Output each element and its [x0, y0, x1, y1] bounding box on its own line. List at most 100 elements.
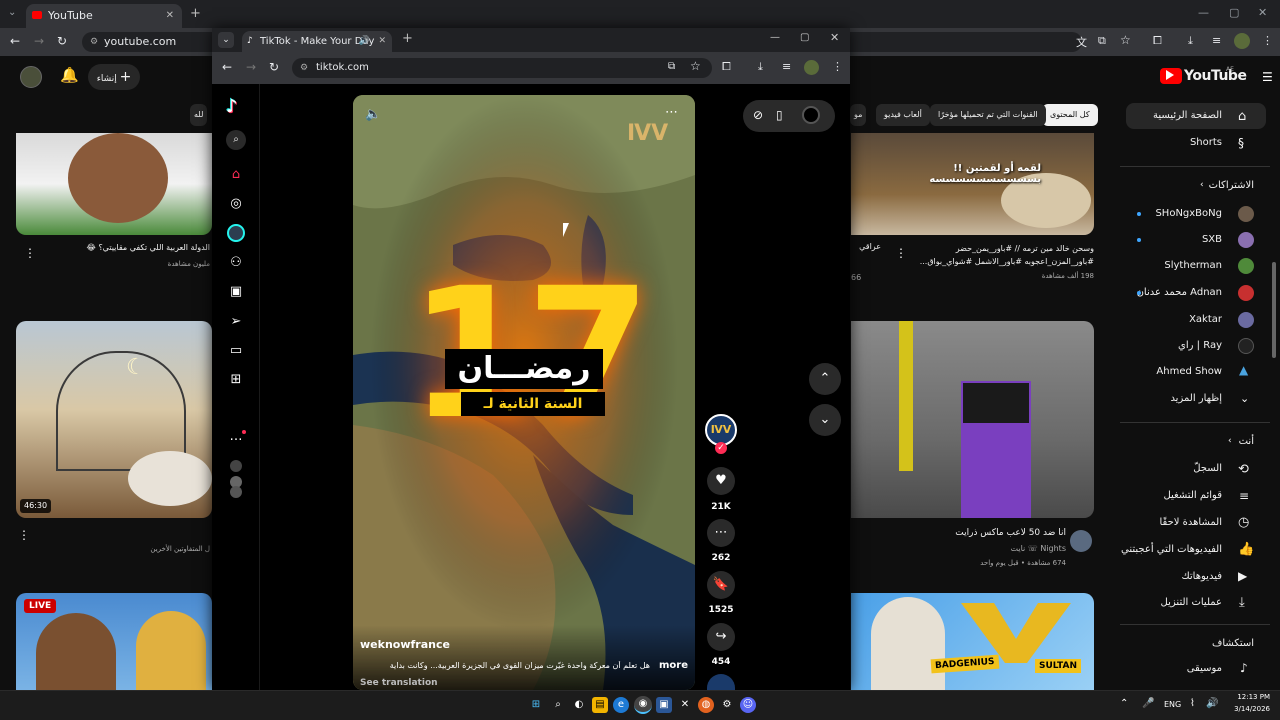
app-icon[interactable]: ▣	[656, 697, 672, 713]
video-title[interactable]: وسحن خالد مين ترمه // #باور_يمن_حضر #باو…	[910, 242, 1094, 268]
upload-icon[interactable]: ⊞	[228, 372, 244, 388]
reading-list-icon[interactable]: ≡	[1212, 34, 1221, 47]
forward-icon[interactable]: →	[246, 60, 256, 74]
video-title-partial[interactable]: عراقي	[851, 242, 881, 251]
bookmark-star-icon[interactable]: ☆	[690, 59, 701, 73]
device-icon[interactable]: ▯	[776, 108, 783, 122]
follow-check-icon[interactable]: ✓	[715, 442, 727, 454]
tab-search-icon[interactable]: ⌄	[218, 32, 234, 48]
reading-list-icon[interactable]: ≡	[782, 60, 791, 73]
video-channel[interactable]: Nights ☏ نايت	[940, 544, 1066, 553]
close-tab-icon[interactable]: ✕	[166, 4, 174, 28]
task-view-icon[interactable]: ◐	[571, 697, 587, 713]
channel-avatar[interactable]	[1070, 530, 1092, 552]
sidebar-liked-videos[interactable]: الفيديوهات التي أعجبتني	[1121, 544, 1222, 566]
back-icon[interactable]: ←	[10, 34, 20, 48]
inbox-icon[interactable]: ▭	[228, 343, 244, 359]
audio-playing-icon[interactable]: 🔊	[359, 31, 370, 52]
address-bar[interactable]: ⚙ tiktok.com	[292, 58, 712, 78]
search-icon[interactable]: ⌕	[550, 697, 566, 713]
minimize-icon[interactable]: —	[1198, 6, 1209, 19]
youtube-logo-text[interactable]: YouTube	[1184, 68, 1247, 84]
comment-button[interactable]: ⋯	[707, 519, 735, 547]
sidebar-sub-ahmedshow[interactable]: Ahmed Show	[1156, 366, 1222, 388]
chip-video-games[interactable]: ألعاب فيديو	[876, 104, 930, 126]
sidebar-watch-later[interactable]: المشاهدة لاحقًا	[1159, 517, 1222, 539]
microphone-icon[interactable]: 🎤	[1142, 698, 1154, 709]
sidebar-sub-slytherman[interactable]: Slytherman	[1164, 260, 1222, 282]
video-thumbnail[interactable]: ☾ 46:30	[16, 321, 212, 518]
open-in-window-icon[interactable]: ⧉	[668, 61, 675, 72]
sidebar-history[interactable]: السجلّ	[1193, 463, 1222, 485]
new-tab-button[interactable]: +	[402, 31, 413, 46]
settings-icon[interactable]: ⚙	[719, 697, 735, 713]
see-translation-link[interactable]: See translation	[360, 678, 438, 688]
chip-recently-uploaded[interactable]: القنوات التي تم تحميلها مؤخرًا	[930, 104, 1046, 126]
sidebar-sub-sxb[interactable]: SXB	[1202, 234, 1222, 256]
you-header[interactable]: أنت	[1239, 436, 1254, 458]
previous-video-button[interactable]: ⌃	[809, 363, 841, 395]
save-button[interactable]: 🔖	[707, 571, 735, 599]
tab-search-icon[interactable]: ⌄	[8, 7, 22, 21]
profile-avatar-small[interactable]	[230, 486, 242, 498]
video-author[interactable]: weknowfrance	[360, 638, 450, 651]
reload-icon[interactable]: ↻	[269, 60, 279, 74]
sidebar-show-more[interactable]: إظهار المزيد	[1170, 393, 1222, 415]
sidebar-sub-shongxbong[interactable]: SHoNgxBoNg	[1155, 208, 1222, 230]
video-more-icon[interactable]: ⋯	[665, 105, 678, 120]
start-icon[interactable]: ⊞	[528, 697, 544, 713]
profile-avatar[interactable]	[804, 60, 819, 75]
autoscroll-icon[interactable]: ⊘	[753, 108, 763, 122]
forward-icon[interactable]: →	[34, 34, 44, 48]
live-icon[interactable]: ▣	[228, 284, 244, 300]
reload-icon[interactable]: ↻	[57, 34, 67, 48]
sidebar-sub-adnan[interactable]: محمد عدنان Adnan	[1137, 287, 1222, 309]
yt-menu-icon[interactable]: ☰	[1262, 70, 1273, 84]
caption-more-link[interactable]: more	[659, 660, 688, 671]
explore-icon[interactable]: ◎	[228, 196, 244, 212]
video-player[interactable]: 17 رمضـــان السنة الثانية لـ 🔈 ⋯ ⅣⅤ wekn…	[353, 95, 695, 690]
browser-menu-icon[interactable]: ⋮	[1262, 34, 1273, 47]
search-icon[interactable]: ⌕	[226, 130, 246, 150]
chip-partial[interactable]: مو	[850, 104, 867, 126]
mute-icon[interactable]: 🔈	[365, 107, 381, 122]
sidebar-sub-ray[interactable]: راي | Ray	[1178, 340, 1222, 362]
friends-icon[interactable]: ⚇	[228, 255, 244, 271]
video-thumbnail[interactable]: لقمه أو لقمتين !! بسسسسسسسسسسه	[851, 133, 1094, 235]
sidebar-music[interactable]: موسيقى	[1187, 663, 1222, 685]
x-app-icon[interactable]: ✕	[677, 697, 693, 713]
site-info-icon[interactable]: ⚙	[90, 32, 98, 52]
back-icon[interactable]: ←	[222, 60, 232, 74]
clock-time[interactable]: 12:13 PM	[1230, 693, 1270, 701]
chip-all[interactable]: كل المحتوى	[1042, 104, 1098, 126]
chip-partial-left[interactable]: لله	[190, 104, 208, 126]
firefox-icon[interactable]: ◍	[698, 697, 714, 713]
discord-icon[interactable]: ☺	[740, 697, 756, 713]
cast-icon[interactable]: ⧉	[1098, 34, 1106, 48]
downloads-icon[interactable]: ⤓	[758, 60, 763, 74]
video-more-options-icon[interactable]: ⋮	[895, 246, 907, 260]
sound-disc-icon[interactable]	[707, 674, 735, 690]
chrome-icon[interactable]: ◉	[634, 696, 652, 714]
bookmark-star-icon[interactable]: ☆	[1120, 33, 1131, 47]
profile-avatar[interactable]	[1234, 33, 1250, 49]
profile-avatar-small[interactable]	[230, 460, 242, 472]
maximize-icon[interactable]: ▢	[1229, 6, 1239, 19]
tray-overflow-icon[interactable]: ⌃	[1120, 698, 1128, 709]
sidebar-sub-xaktar[interactable]: Xaktar	[1189, 314, 1222, 336]
language-indicator[interactable]: ENG	[1164, 700, 1181, 709]
file-explorer-icon[interactable]: ▤	[592, 697, 608, 713]
edge-icon[interactable]: e	[613, 697, 629, 713]
maximize-icon[interactable]: ▢	[800, 32, 809, 43]
new-tab-button[interactable]: +	[190, 6, 201, 21]
sidebar-playlists[interactable]: قوائم التشغيل	[1163, 490, 1222, 512]
notifications-bell-icon[interactable]: 🔔	[60, 66, 79, 84]
close-tab-icon[interactable]: ✕	[378, 31, 386, 52]
browser-menu-icon[interactable]: ⋮	[832, 60, 843, 73]
network-icon[interactable]: ⌇	[1190, 698, 1195, 709]
sidebar-item-shorts[interactable]: Shorts	[1190, 137, 1222, 159]
video-title[interactable]: انا ضد 50 لاعب ماكس ذرايت	[900, 528, 1066, 538]
following-avatar-icon[interactable]	[227, 224, 245, 242]
video-title[interactable]: الدولة العربية اللي تكفي مقاييتي؟ 😂	[60, 243, 210, 252]
create-button[interactable]: إنشاء +	[88, 64, 140, 90]
